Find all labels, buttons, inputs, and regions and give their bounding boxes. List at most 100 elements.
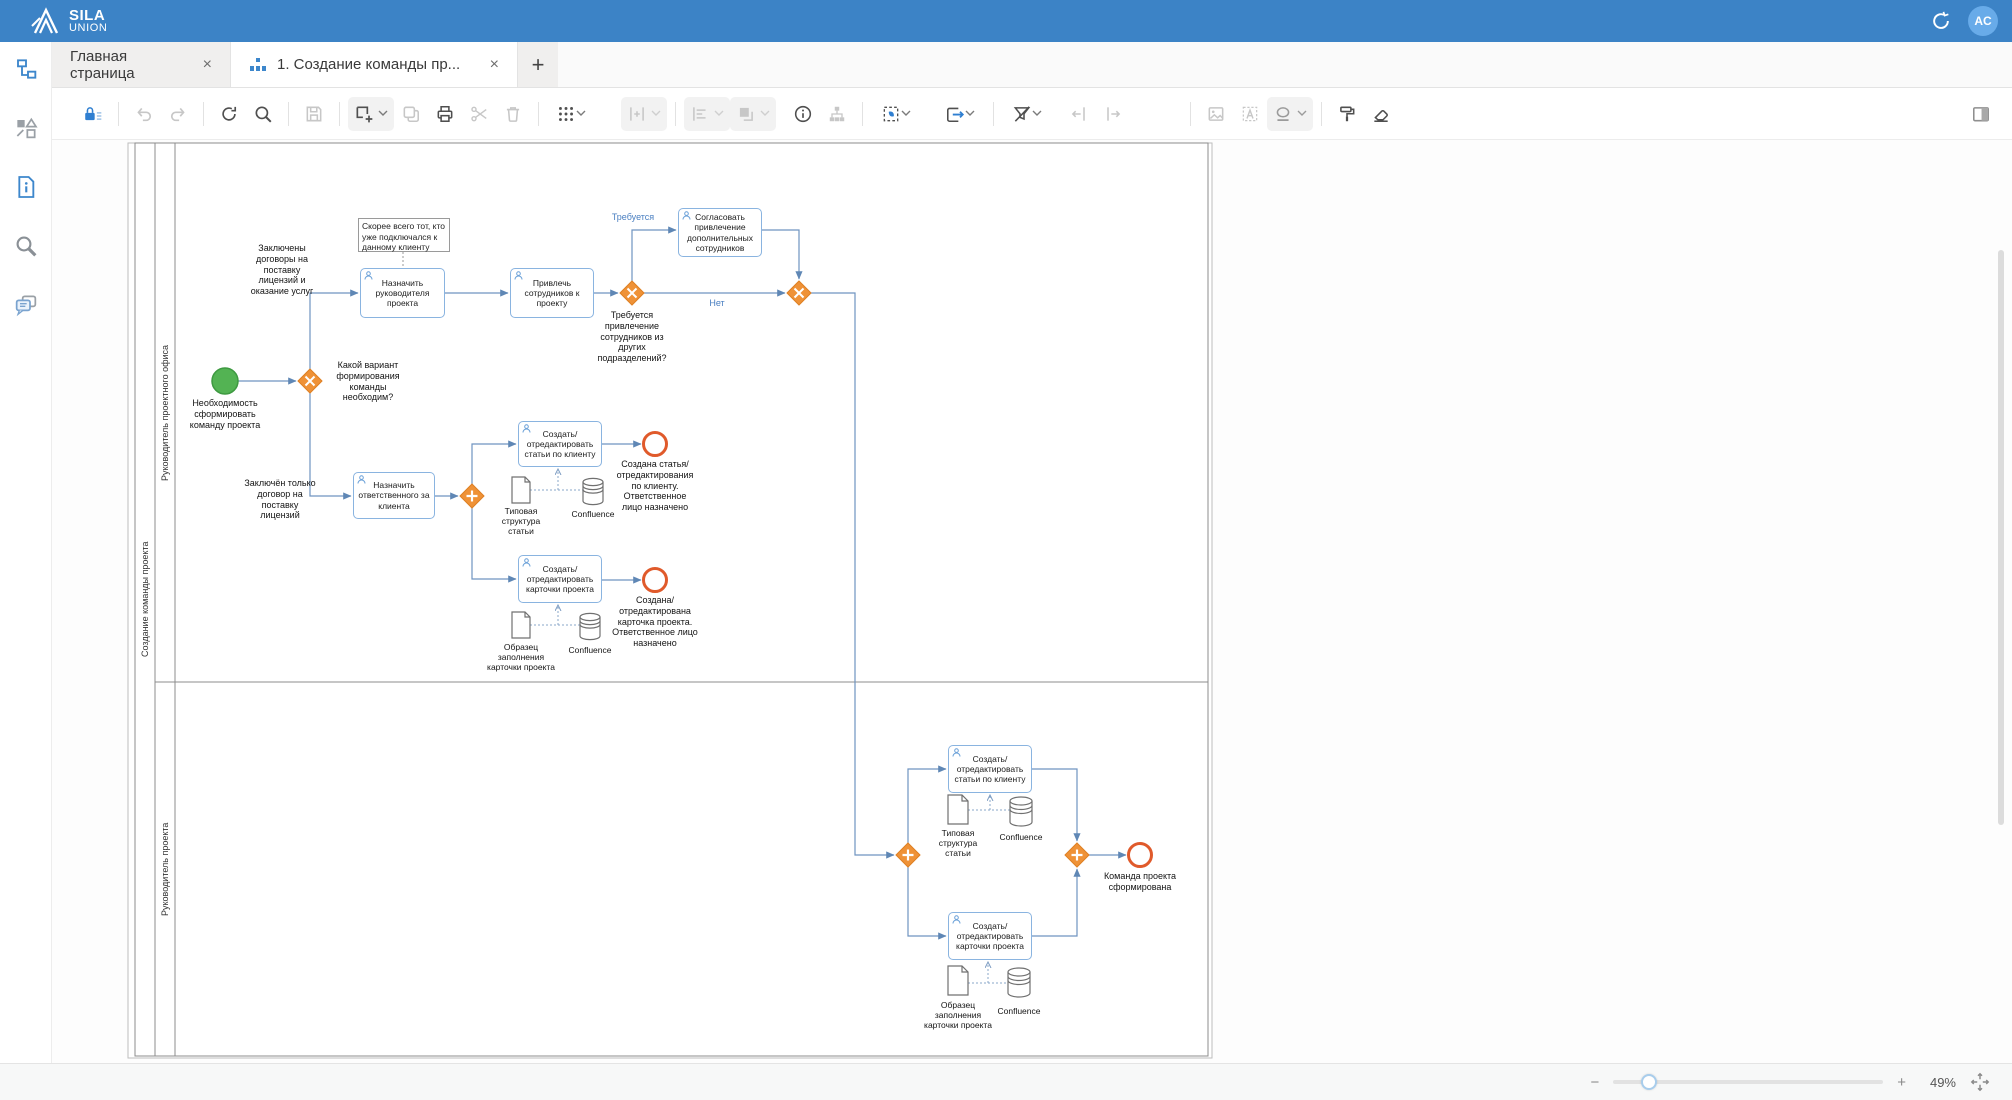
tab-bar-spacer [558,42,2012,87]
chevron-down-icon [714,110,724,117]
eraser-button[interactable] [1364,97,1398,131]
end-event-article[interactable] [644,433,667,456]
shape-style-icon [1273,104,1293,124]
task-edit-article-bottom[interactable]: Создать/ отредактировать статьи по клиен… [948,745,1032,793]
tab-home-close-icon[interactable]: × [203,56,212,74]
insert-image-button[interactable] [1199,97,1233,131]
tab-diagram[interactable]: 1. Создание команды пр... × [230,42,518,87]
print-icon [435,104,455,124]
chevron-down-icon [965,110,975,117]
filter-off-button[interactable] [1002,97,1052,131]
sila-logo-icon [30,6,62,36]
text-frame-button[interactable] [1233,97,1267,131]
confluence-store-4[interactable] [1008,968,1030,997]
delete-button[interactable] [496,97,530,131]
undo-icon [134,104,154,124]
task-edit-card-bottom[interactable]: Создать/ отредактировать карточки проект… [948,912,1032,960]
lock-button[interactable] [76,97,110,131]
print-button[interactable] [428,97,462,131]
tab-diagram-close-icon[interactable]: × [490,56,499,74]
duplicate-icon [401,104,421,124]
right-panel-toggle-button[interactable] [1964,97,1998,131]
sync-refresh-icon[interactable] [1930,10,1952,32]
canvas-vertical-scrollbar[interactable] [1998,250,2004,825]
chevron-down-icon [651,110,661,117]
confluence-store-1[interactable] [583,478,603,504]
shift-left-button[interactable] [1062,97,1096,131]
document-info-button[interactable] [13,174,39,200]
confluence-store-2[interactable] [580,613,600,639]
search-panel-button[interactable] [13,233,39,259]
zoom-in-button[interactable]: + [1897,1074,1906,1091]
align-button[interactable] [684,97,730,131]
task-approve-staff[interactable]: Согласовать привлечение дополнительных с… [678,208,762,257]
app-logo: SILA UNION [30,6,107,36]
duplicate-button[interactable] [394,97,428,131]
comments-panel-button[interactable] [13,292,39,318]
dots-grid-icon [556,104,576,124]
start-event[interactable] [212,368,238,394]
task-label: Создать/ отредактировать карточки проект… [952,921,1028,952]
flow-label-no: Нет [702,298,732,309]
redo-button[interactable] [161,97,195,131]
end-team-label: Команда проекта сформирована [1095,871,1185,893]
doc-article-structure-bottom[interactable] [948,795,968,824]
grid-layout-button[interactable] [547,97,595,131]
task-involve-staff[interactable]: Привлечь сотрудников к проекту [510,268,594,318]
comments-icon [14,293,38,317]
tab-home-label: Главная страница [70,48,193,82]
org-chart-button[interactable] [820,97,854,131]
fit-to-screen-icon[interactable] [1970,1072,1990,1092]
shift-left-icon [1069,104,1089,124]
shape-style-button[interactable] [1267,97,1313,131]
end-event-team[interactable] [1129,844,1152,867]
zoom-search-button[interactable] [246,97,280,131]
diagram-canvas[interactable]: Создание команды проекта Руководитель пр… [52,140,2012,1063]
spacing-button[interactable] [621,97,667,131]
license-only-label: Заключён только договор на поставку лице… [243,478,317,521]
task-assign-responsible[interactable]: Назначить ответственного за клиента [353,472,435,519]
zoom-out-button[interactable]: − [1590,1074,1599,1091]
add-shape-button[interactable] [348,97,394,131]
shapes-palette-button[interactable] [13,115,39,141]
task-label: Согласовать привлечение дополнительных с… [682,212,758,253]
export-button[interactable] [935,97,985,131]
cut-button[interactable] [462,97,496,131]
confluence-store-3[interactable] [1010,797,1032,826]
chevron-down-icon [1297,110,1307,117]
diagram-toolbar [52,88,2012,140]
confluence-label-4: Confluence [994,1006,1044,1016]
status-bar: − + 49% [0,1063,2012,1100]
paint-roller-button[interactable] [1330,97,1364,131]
refresh-button[interactable] [212,97,246,131]
info-button[interactable] [786,97,820,131]
chevron-down-icon [576,110,586,117]
doc-article-structure-top[interactable] [512,477,530,503]
task-edit-article-top[interactable]: Создать/ отредактировать статьи по клиен… [518,421,602,467]
redo-icon [168,104,188,124]
end-event-card[interactable] [644,569,667,592]
tab-home[interactable]: Главная страница × [52,42,230,87]
doc-card-sample-top[interactable] [512,612,530,638]
task-assign-pm[interactable]: Назначить руководителя проекта [360,268,445,318]
task-edit-card-top[interactable]: Создать/ отредактировать карточки проект… [518,555,602,603]
doc-card-sample-bottom[interactable] [948,966,968,995]
lock-icon [83,104,103,124]
org-chart-icon [827,104,847,124]
brand-union: UNION [69,23,107,34]
start-event-label: Необходимость сформировать команду проек… [185,398,265,430]
paint-roller-icon [1337,104,1357,124]
zoom-slider[interactable] [1613,1080,1883,1084]
select-tool-button[interactable] [871,97,921,131]
new-tab-button[interactable]: + [518,42,558,87]
model-tree-button[interactable] [13,56,39,82]
user-task-icon [522,424,531,433]
undo-button[interactable] [127,97,161,131]
save-button[interactable] [297,97,331,131]
user-avatar[interactable]: AC [1968,6,1998,36]
zoom-slider-handle[interactable] [1641,1074,1657,1090]
layers-button[interactable] [730,97,776,131]
shift-right-button[interactable] [1096,97,1130,131]
annotation-client[interactable]: Скорее всего тот, кто уже подключался к … [358,218,450,252]
task-label: Привлечь сотрудников к проекту [514,278,590,309]
